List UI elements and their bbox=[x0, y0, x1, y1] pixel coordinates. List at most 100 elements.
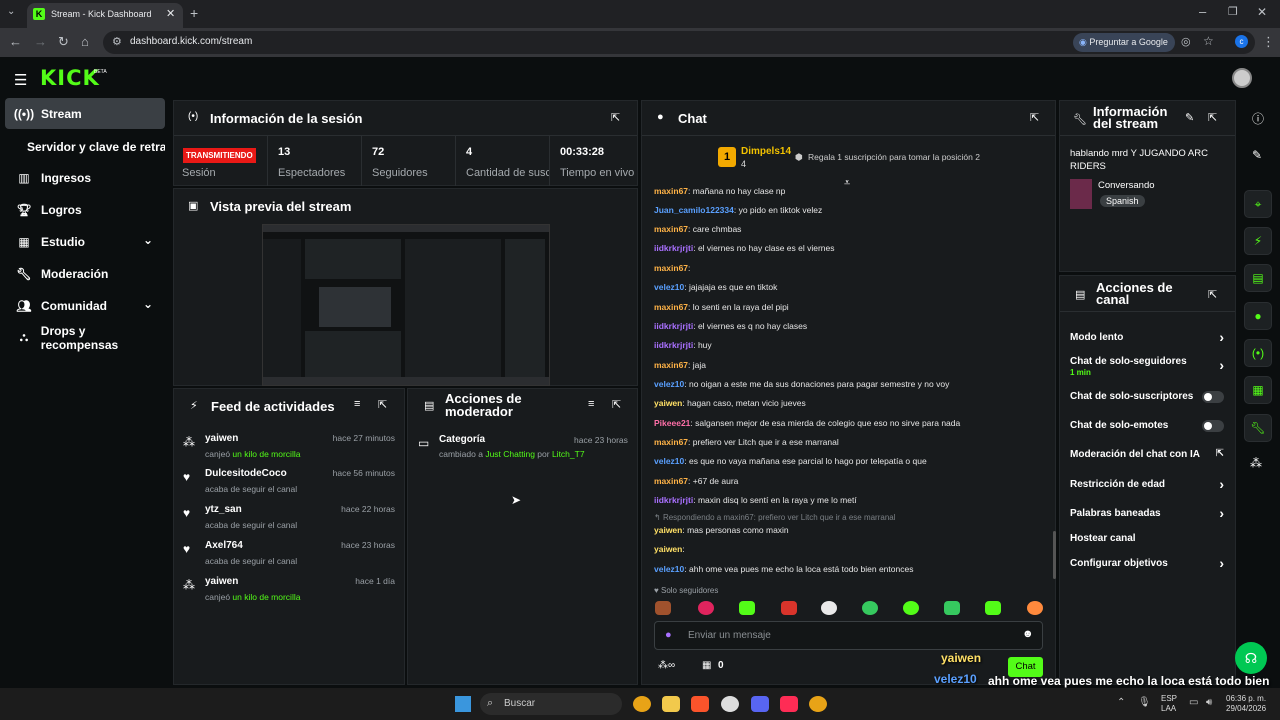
chat-message[interactable]: yaiwen: bbox=[654, 544, 685, 554]
chat-message[interactable]: maxin67: care chmbas bbox=[654, 224, 741, 234]
emoji-icon[interactable]: ☻ bbox=[1022, 628, 1034, 640]
chat-message[interactable]: yaiwen: mas personas como maxin bbox=[654, 525, 789, 535]
store-icon[interactable]: ▦ bbox=[702, 660, 711, 671]
discord-icon[interactable] bbox=[751, 696, 769, 712]
points-icon[interactable]: ⁂∞ bbox=[658, 660, 675, 671]
chat-message[interactable]: maxin67: +67 de aura bbox=[654, 476, 738, 486]
filter-icon[interactable]: ≡ bbox=[588, 398, 594, 410]
popout-icon[interactable]: ⇱ bbox=[1030, 111, 1039, 124]
app-icon[interactable] bbox=[721, 696, 739, 712]
chat-username[interactable]: iidkrkrjrjti bbox=[654, 340, 693, 350]
sidebar-item-drops[interactable]: ⛬ Drops y recompensas bbox=[5, 322, 165, 353]
chat-username[interactable]: maxin67 bbox=[654, 437, 688, 447]
popout-icon[interactable]: ⇱ bbox=[1208, 288, 1217, 301]
browser-tab[interactable]: K Stream - Kick Dashboard ✕ bbox=[27, 3, 183, 28]
sidebar-item-server-key[interactable]: Servidor y clave de retransn bbox=[5, 131, 165, 162]
chat-message[interactable]: iidkrkrjrjti: el viernes es q no hay cla… bbox=[654, 321, 807, 331]
banned-words-row[interactable]: Palabras baneadas › bbox=[1070, 505, 1226, 522]
popout-icon[interactable]: ⇱ bbox=[1208, 111, 1217, 124]
emote-icon[interactable] bbox=[698, 601, 714, 615]
emote-icon[interactable] bbox=[903, 601, 919, 615]
ai-moderation-row[interactable]: Moderación del chat con IA ⇱ bbox=[1070, 448, 1226, 463]
chat-input[interactable]: ● Enviar un mensaje ☻ bbox=[654, 621, 1043, 650]
user-avatar[interactable] bbox=[1232, 68, 1252, 88]
emote-icon[interactable] bbox=[821, 601, 837, 615]
goals-row[interactable]: Configurar objetivos › bbox=[1070, 555, 1226, 572]
emote-icon[interactable] bbox=[781, 601, 797, 615]
chat-username[interactable]: velez10 bbox=[654, 564, 684, 574]
layout-button[interactable]: ▦ bbox=[1244, 376, 1272, 404]
clip-button[interactable]: ⌖ bbox=[1244, 190, 1272, 218]
tiktok-icon[interactable] bbox=[780, 696, 798, 712]
chat-message[interactable]: maxin67: jaja bbox=[654, 360, 706, 370]
taskbar-search[interactable]: ⌕ Buscar bbox=[480, 693, 622, 715]
chat-message[interactable]: Pikeee21: salgansen mejor de esa mierda … bbox=[654, 418, 960, 428]
kick-logo[interactable]: KICK bbox=[40, 66, 100, 90]
restore-icon[interactable]: ❐ bbox=[1228, 5, 1238, 18]
window-close-icon[interactable]: ✕ bbox=[1257, 5, 1267, 19]
start-icon[interactable] bbox=[455, 696, 471, 712]
chat-message[interactable]: maxin67: prefiero ver Litch que ir a ese… bbox=[654, 437, 839, 447]
minimize-icon[interactable]: – bbox=[1199, 4, 1206, 19]
popout-icon[interactable]: ⇱ bbox=[612, 398, 621, 411]
chat-username[interactable]: yaiwen bbox=[654, 544, 682, 554]
browser-menu-icon[interactable]: ⋮ bbox=[1262, 34, 1275, 50]
emote-icon[interactable] bbox=[944, 601, 960, 615]
collapse-pinned-icon[interactable]: ⩡ bbox=[844, 177, 850, 190]
info-icon[interactable]: ⓘ bbox=[1252, 110, 1264, 127]
followers-only-row[interactable]: Chat de solo-seguidores 1 min › bbox=[1070, 356, 1226, 378]
chat-username[interactable]: velez10 bbox=[654, 379, 684, 389]
chat-username[interactable]: yaiwen bbox=[654, 398, 682, 408]
popout-icon[interactable]: ⇱ bbox=[378, 398, 387, 411]
chat-username[interactable]: velez10 bbox=[654, 282, 684, 292]
chevron-up-icon[interactable]: ⌃ bbox=[1117, 697, 1125, 708]
bookmark-star-icon[interactable]: ☆ bbox=[1203, 34, 1214, 48]
back-icon[interactable]: ← bbox=[9, 34, 22, 49]
chat-message[interactable]: iidkrkrjrjti: el viernes no hay clase es… bbox=[654, 243, 835, 253]
points-icon[interactable]: ⁂ bbox=[1250, 456, 1262, 470]
sidebar-item-community[interactable]: 👥︎ Comunidad ⌄ bbox=[5, 290, 165, 321]
chat-message[interactable]: velez10: jajajaja es que en tiktok bbox=[654, 282, 777, 292]
moderation-button[interactable]: 🔧︎ bbox=[1244, 414, 1272, 442]
clock[interactable]: 06:36 p. m. 29/04/2026 bbox=[1226, 694, 1266, 714]
sidebar-item-stream[interactable]: ((•)) Stream bbox=[5, 98, 165, 129]
chat-username[interactable]: yaiwen bbox=[654, 525, 682, 535]
chat-message[interactable]: maxin67: bbox=[654, 263, 690, 273]
chat-username[interactable]: iidkrkrjrjti bbox=[654, 495, 693, 505]
subscribers-only-toggle[interactable] bbox=[1202, 391, 1224, 403]
sidebar-item-moderation[interactable]: 🔧︎ Moderación bbox=[5, 258, 165, 289]
chat-username[interactable]: maxin67 bbox=[654, 263, 688, 273]
eye-off-icon[interactable]: ◎ bbox=[1181, 35, 1191, 48]
sidebar-item-achievements[interactable]: 🏆︎ Logros bbox=[5, 194, 165, 225]
emote-icon[interactable] bbox=[985, 601, 1001, 615]
stream-preview-video[interactable] bbox=[262, 224, 550, 386]
profile-avatar[interactable]: c bbox=[1235, 35, 1248, 48]
chat-username[interactable]: Pikeee21 bbox=[654, 418, 690, 428]
popout-icon[interactable]: ⇱ bbox=[611, 111, 620, 124]
chat-username[interactable]: maxin67 bbox=[654, 302, 688, 312]
url-field[interactable]: ⚙ dashboard.kick.com/stream ◉ Preguntar … bbox=[103, 31, 1255, 54]
chat-username[interactable]: maxin67 bbox=[654, 224, 688, 234]
chat-username[interactable]: velez10 bbox=[654, 456, 684, 466]
chat-message[interactable]: iidkrkrjrjti: huy bbox=[654, 340, 712, 350]
folder-icon[interactable] bbox=[662, 696, 680, 712]
emotes-only-toggle[interactable] bbox=[1202, 420, 1224, 432]
chat-username[interactable]: iidkrkrjrjti bbox=[654, 321, 693, 331]
chat-username[interactable]: iidkrkrjrjti bbox=[654, 243, 693, 253]
ask-google-button[interactable]: ◉ Preguntar a Google bbox=[1073, 33, 1175, 52]
chat-message[interactable]: Juan_camilo122334: yo pido en tiktok vel… bbox=[654, 205, 822, 215]
emote-icon[interactable] bbox=[739, 601, 755, 615]
emote-icon[interactable] bbox=[655, 601, 671, 615]
emote-icon[interactable] bbox=[1027, 601, 1043, 615]
chat-message[interactable]: velez10: ahh ome vea pues me echo la loc… bbox=[654, 564, 913, 574]
gift-prompt[interactable]: Regala 1 suscripción para tomar la posic… bbox=[808, 152, 980, 162]
brave-icon[interactable] bbox=[691, 696, 709, 712]
edit-icon[interactable]: ✎ bbox=[1185, 111, 1194, 124]
site-info-icon[interactable]: ⚙ bbox=[112, 35, 122, 48]
broadcast-button[interactable]: (•) bbox=[1244, 339, 1272, 367]
chat-message[interactable]: yaiwen: hagan caso, metan vicio jueves bbox=[654, 398, 806, 408]
mic-icon[interactable]: 🎙︎ bbox=[1138, 697, 1151, 708]
volume-icon[interactable]: 🔊︎ bbox=[1206, 697, 1212, 708]
hamburger-menu-icon[interactable]: ☰ bbox=[14, 71, 27, 89]
chat-username[interactable]: maxin67 bbox=[654, 360, 688, 370]
